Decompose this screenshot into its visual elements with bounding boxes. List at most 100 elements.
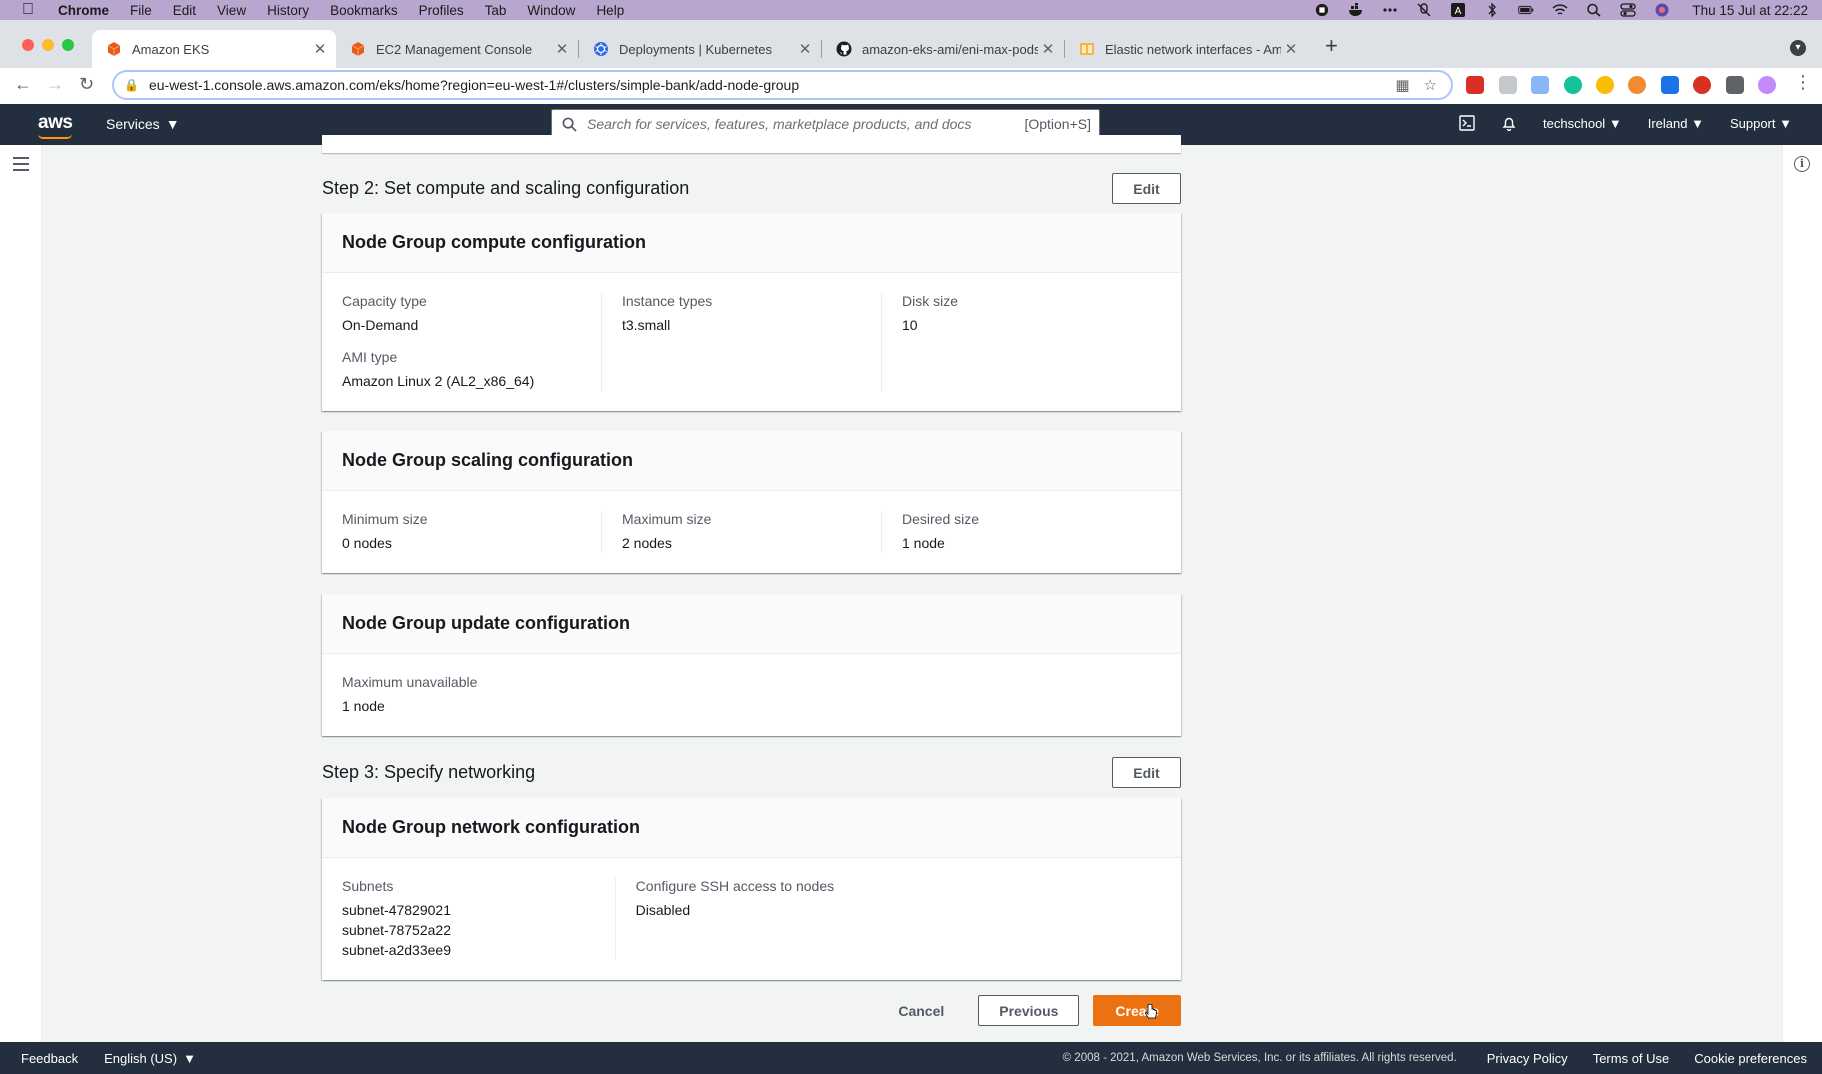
extension-wappalyzer-icon[interactable] [1531, 76, 1549, 94]
extension-pen-icon[interactable] [1758, 76, 1776, 94]
extension-gauge-icon[interactable] [1596, 76, 1614, 94]
subnets-label: Subnets [342, 878, 394, 894]
aws-logo[interactable]: aws [38, 112, 73, 134]
extension-screen-icon[interactable] [1499, 76, 1517, 94]
cancel-button[interactable]: Cancel [878, 1003, 964, 1019]
battery-icon[interactable] [1518, 3, 1534, 17]
desired-size-value: 1 node [902, 535, 945, 551]
window-close-button[interactable] [22, 39, 34, 51]
services-label: Services [106, 116, 160, 132]
docker-icon[interactable] [1348, 3, 1364, 17]
window-minimize-button[interactable] [42, 39, 54, 51]
apple-icon[interactable]:  [22, 2, 38, 18]
cloudshell-icon[interactable] [1459, 115, 1475, 131]
update-configuration-card: Node Group update configuration Maximum … [322, 594, 1181, 736]
tab-kubernetes-deployments[interactable]: Deployments | Kubernetes ✕ [579, 30, 821, 68]
hamburger-menu-icon[interactable] [13, 157, 29, 175]
menubar-clock[interactable]: Thu 15 Jul at 22:22 [1692, 3, 1808, 18]
capacity-type-value: On-Demand [342, 317, 419, 333]
search-placeholder: Search for services, features, marketpla… [587, 116, 972, 132]
create-button[interactable]: Create [1093, 995, 1181, 1026]
back-arrow-icon[interactable]: ← [14, 74, 32, 95]
tab-title: EC2 Management Console [376, 41, 533, 57]
control-center-icon[interactable] [1620, 3, 1637, 17]
scaling-card-title: Node Group scaling configuration [322, 431, 1181, 491]
menu-bookmarks[interactable]: Bookmarks [330, 3, 398, 18]
menu-app-name[interactable]: Chrome [58, 3, 109, 18]
extension-honey-icon[interactable] [1628, 76, 1646, 94]
account-menu[interactable]: techschool ▼ [1543, 116, 1622, 131]
menu-window[interactable]: Window [527, 3, 575, 18]
info-icon[interactable]: i [1794, 156, 1810, 172]
previous-button[interactable]: Previous [978, 995, 1080, 1026]
menu-history[interactable]: History [267, 3, 309, 18]
tab-search-chevron-icon[interactable]: ▾ [1790, 40, 1806, 56]
menu-view[interactable]: View [217, 3, 246, 18]
wifi-icon[interactable] [1552, 3, 1568, 17]
bookmark-star-icon[interactable]: ☆ [1424, 76, 1437, 94]
chrome-menu-icon[interactable]: ⋮ [1794, 72, 1812, 93]
menu-edit[interactable]: Edit [173, 3, 196, 18]
menu-help[interactable]: Help [596, 3, 624, 18]
services-menu[interactable]: Services ▼ [106, 116, 180, 132]
terms-of-use-link[interactable]: Terms of Use [1593, 1051, 1670, 1066]
bluetooth-off-icon[interactable] [1484, 3, 1500, 17]
keyboard-input-icon[interactable]: A [1450, 3, 1466, 17]
support-menu[interactable]: Support ▼ [1730, 116, 1792, 131]
support-label: Support [1729, 115, 1776, 131]
spotlight-search-icon[interactable] [1586, 3, 1602, 17]
aws-logo-smile-icon [38, 134, 72, 139]
tab-github-eni-max-pods[interactable]: amazon-eks-ami/eni-max-pods ✕ [822, 30, 1064, 68]
menu-profiles[interactable]: Profiles [419, 3, 464, 18]
mic-muted-icon[interactable] [1416, 3, 1432, 17]
notifications-bell-icon[interactable] [1501, 115, 1517, 131]
close-tab-icon[interactable]: ✕ [795, 40, 815, 58]
address-bar[interactable]: 🔒 eu-west-1.console.aws.amazon.com/eks/h… [112, 70, 1453, 100]
close-tab-icon[interactable]: ✕ [1281, 40, 1301, 58]
reload-icon[interactable]: ↻ [79, 74, 94, 95]
close-tab-icon[interactable]: ✕ [310, 40, 330, 58]
extension-grammarly-icon[interactable] [1564, 76, 1582, 94]
github-icon [836, 41, 852, 57]
lock-icon[interactable]: 🔒 [124, 78, 139, 92]
subnet-value: subnet-a2d33ee9 [342, 942, 451, 958]
extension-translate-icon[interactable] [1661, 76, 1679, 94]
extension-record-icon[interactable] [1693, 76, 1711, 94]
new-tab-plus-icon[interactable]: + [1325, 33, 1338, 59]
tab-ec2-console[interactable]: EC2 Management Console ✕ [336, 30, 578, 68]
tab-title: Amazon EKS [132, 41, 210, 57]
compute-configuration-card: Node Group compute configuration Capacit… [322, 213, 1181, 411]
siri-icon[interactable] [1654, 3, 1670, 17]
caret-down-icon: ▼ [183, 1050, 196, 1066]
macos-menu-bar:  Chrome File Edit View History Bookmark… [0, 0, 1822, 20]
language-selector[interactable]: English (US) ▼ [104, 1051, 196, 1066]
step3-edit-button[interactable]: Edit [1112, 757, 1181, 788]
tab-elastic-network-interfaces[interactable]: Elastic network interfaces - Am ✕ [1065, 30, 1307, 68]
extension-todoist-icon[interactable] [1466, 76, 1484, 94]
subnet-value: subnet-47829021 [342, 902, 451, 918]
close-tab-icon[interactable]: ✕ [552, 40, 572, 58]
feedback-link[interactable]: Feedback [21, 1051, 78, 1066]
disk-size-label: Disk size [902, 293, 959, 309]
step3-header: Step 3: Specify networking Edit [322, 757, 1181, 788]
qr-code-icon[interactable]: ▦ [1395, 76, 1409, 94]
menu-tab[interactable]: Tab [485, 3, 507, 18]
region-name: Ireland [1647, 115, 1688, 131]
privacy-policy-link[interactable]: Privacy Policy [1487, 1051, 1568, 1066]
window-zoom-button[interactable] [62, 39, 74, 51]
menu-file[interactable]: File [130, 3, 152, 18]
forward-arrow-icon[interactable]: → [46, 74, 64, 95]
close-tab-icon[interactable]: ✕ [1038, 40, 1058, 58]
step2-edit-button[interactable]: Edit [1112, 173, 1181, 204]
pointer-cursor-icon [1145, 1004, 1158, 1019]
cookie-preferences-link[interactable]: Cookie preferences [1694, 1051, 1807, 1066]
more-dots-icon[interactable] [1382, 3, 1398, 17]
address-bar-url[interactable]: eu-west-1.console.aws.amazon.com/eks/hom… [149, 77, 1395, 93]
record-icon[interactable] [1314, 3, 1330, 17]
region-menu[interactable]: Ireland ▼ [1648, 116, 1704, 131]
aws-cube-icon [107, 42, 121, 56]
extensions-puzzle-icon[interactable] [1726, 76, 1744, 94]
kubernetes-icon [594, 42, 608, 56]
aws-docs-icon [1080, 43, 1094, 55]
tab-amazon-eks[interactable]: Amazon EKS ✕ [92, 30, 336, 68]
